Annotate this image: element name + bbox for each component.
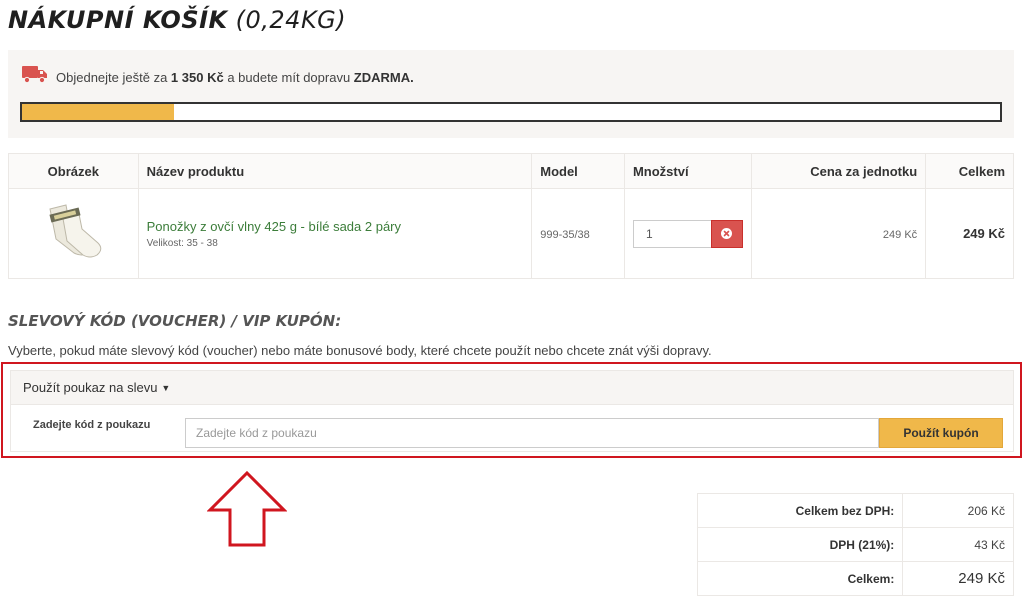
line-total: 249 Kč [963, 226, 1005, 241]
free-shipping-text: Objednejte ještě za 1 350 Kč a budete mí… [56, 70, 414, 85]
cart-weight: (0,24kg) [235, 6, 347, 34]
product-name-cell: Ponožky z ovčí vlny 425 g - bílé sada 2 … [137, 188, 533, 279]
cart-header-row: Obrázek Název produktu Model Množství Ce… [8, 153, 1014, 189]
product-image-cell [8, 188, 139, 279]
line-total-cell: 249 Kč [925, 188, 1014, 279]
truck-icon [22, 66, 47, 84]
shipping-progress-bar [20, 102, 1002, 122]
cart-table: Obrázek Název produktu Model Množství Ce… [8, 153, 1014, 279]
col-unit-price: Cena za jednotku [750, 153, 927, 189]
product-model: 999-35/38 [540, 229, 590, 241]
vat-value: 43 Kč [902, 527, 1014, 562]
product-image[interactable] [40, 201, 106, 263]
shipping-prefix: Objednejte ještě za [56, 70, 168, 85]
free-shipping-box: Objednejte ještě za 1 350 Kč a budete mí… [8, 50, 1014, 138]
totals-row: DPH (21%): 43 Kč [696, 527, 1014, 562]
voucher-panel: Použít poukaz na slevu ▼ Zadejte kód z p… [10, 370, 1014, 452]
col-total: Celkem [925, 153, 1014, 189]
voucher-heading: Slevový kód (voucher) / VIP kupón: [8, 312, 342, 330]
quantity-cell [623, 188, 752, 279]
voucher-description: Vyberte, pokud máte slevový kód (voucher… [8, 343, 712, 358]
totals-table: Celkem bez DPH: 206 Kč DPH (21%): 43 Kč … [696, 493, 1014, 596]
voucher-panel-toggle[interactable]: Použít poukaz na slevu ▼ [11, 371, 1013, 405]
subtotal-label: Celkem bez DPH: [696, 493, 904, 528]
col-image: Obrázek [8, 153, 139, 189]
voucher-code-input[interactable] [185, 418, 879, 448]
shipping-progress-fill [22, 104, 174, 120]
product-link[interactable]: Ponožky z ovčí vlny 425 g - bílé sada 2 … [147, 219, 524, 234]
totals-row: Celkem bez DPH: 206 Kč [696, 493, 1014, 528]
grand-total-value: 249 Kč [902, 561, 1014, 596]
remove-item-button[interactable] [710, 219, 743, 248]
col-quantity: Množství [623, 153, 752, 189]
shipping-amount: 1 350 Kč [170, 70, 224, 85]
totals-row: Celkem: 249 Kč [696, 561, 1014, 596]
col-model: Model [531, 153, 625, 189]
cart-row: Ponožky z ovčí vlny 425 g - bílé sada 2 … [8, 188, 1014, 279]
col-product-name: Název produktu [137, 153, 533, 189]
page-title-text: Nákupní košík [8, 6, 228, 34]
grand-total-label: Celkem: [696, 561, 904, 596]
voucher-code-label: Zadejte kód z poukazu [33, 419, 151, 431]
unit-price-cell: 249 Kč [750, 188, 927, 279]
subtotal-value: 206 Kč [902, 493, 1014, 528]
unit-price: 249 Kč [882, 229, 918, 241]
apply-coupon-button[interactable]: Použít kupón [879, 418, 1003, 448]
quantity-group [632, 219, 743, 248]
shipping-free: ZDARMA. [353, 70, 414, 85]
vat-label: DPH (21%): [696, 527, 904, 562]
arrow-up-icon [207, 470, 287, 547]
page-title: Nákupní košík (0,24kg) [8, 6, 346, 34]
caret-down-icon: ▼ [161, 382, 171, 393]
quantity-input[interactable] [632, 219, 711, 248]
voucher-form-row: Zadejte kód z poukazu Použít kupón [11, 405, 1013, 451]
product-model-cell: 999-35/38 [531, 188, 625, 279]
remove-icon [721, 228, 733, 239]
product-option: Velikost: 35 - 38 [146, 237, 218, 249]
shipping-middle: a budete mít dopravu [227, 70, 351, 85]
voucher-panel-title: Použít poukaz na slevu [23, 380, 158, 395]
